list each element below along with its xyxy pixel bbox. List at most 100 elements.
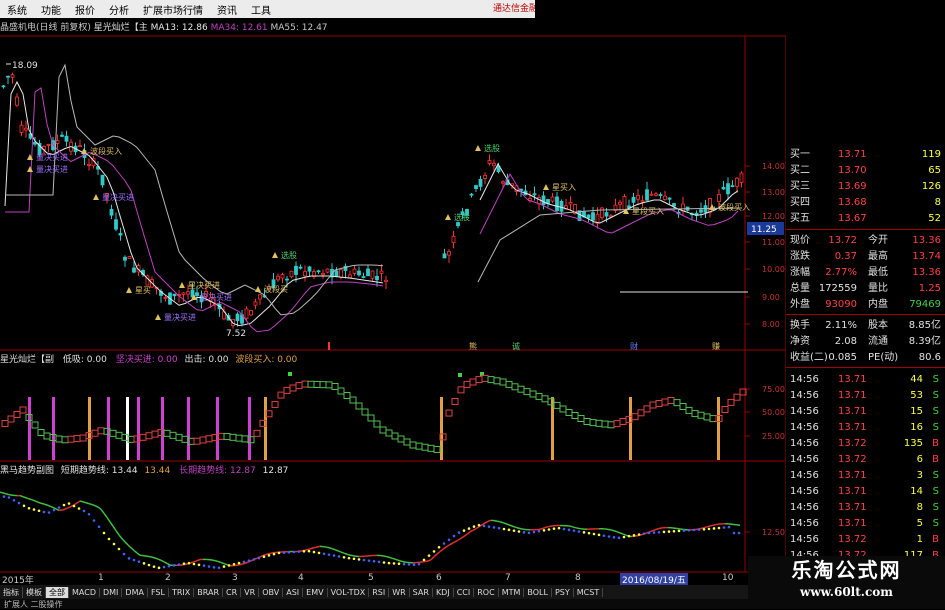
short-trend-segment (305, 549, 308, 550)
long-trend-dot (248, 559, 251, 562)
sub1-name[interactable]: 星光灿烂【副 (0, 355, 54, 365)
oscillator-marker (686, 407, 692, 413)
long-trend-dot (138, 560, 141, 563)
short-trend-segment (509, 525, 512, 526)
long-trend-dot (253, 558, 256, 561)
tab-brar[interactable]: BRAR (194, 588, 223, 597)
tab-cci[interactable]: CCI (454, 588, 475, 597)
tab-全部[interactable]: 全部 (46, 587, 69, 598)
sub2-name[interactable]: 黑马趋势副图 (0, 466, 54, 476)
short-trend-segment (572, 527, 575, 528)
short-trend-segment (35, 501, 38, 502)
tab-vol-tdx[interactable]: VOL-TDX (328, 588, 370, 597)
tab-kdj[interactable]: KDJ (433, 588, 454, 597)
candle-body (20, 125, 23, 132)
long-trend-dot (68, 502, 71, 505)
tab-dmi[interactable]: DMI (100, 588, 122, 597)
tab-roc[interactable]: ROC (474, 588, 498, 597)
kline-chart[interactable]: 14.0013.0012.0011.0010.009.008.0011.2518… (0, 0, 786, 585)
oscillator-marker (566, 410, 572, 416)
long-trend-dot (393, 562, 396, 565)
short-trend-segment (578, 528, 581, 529)
long-trend-dot (303, 550, 306, 553)
candle-body (655, 194, 658, 196)
candle-body (479, 179, 482, 186)
short-trend-segment (65, 508, 68, 509)
long-trend-dot (348, 557, 351, 560)
tab-dma[interactable]: DMA (122, 588, 148, 597)
long-trend-dot (633, 534, 636, 537)
tab-wr[interactable]: WR (389, 588, 409, 597)
long-trend-dot (23, 505, 26, 508)
long-trend-dot (93, 519, 96, 522)
candle-body (493, 163, 496, 166)
tab-指标[interactable]: 指标 (0, 587, 23, 598)
y-tick-label: 75.00 (762, 385, 785, 394)
signal-bar (52, 397, 55, 460)
long-trend-dot (263, 555, 266, 558)
tab-boll[interactable]: BOLL (524, 588, 552, 597)
event-tick (328, 342, 330, 350)
short-trend-segment (32, 500, 35, 501)
long-trend-dot (3, 495, 6, 498)
long-trend-dot (283, 551, 286, 554)
candle-body (61, 135, 64, 136)
watermark-cn: 乐淘公式网 (748, 556, 945, 584)
long-trend-dot (553, 527, 556, 530)
short-trend-segment (164, 562, 167, 564)
tab-rsi[interactable]: RSI (369, 588, 389, 597)
bid-volume: 52 (928, 210, 941, 228)
tab-sar[interactable]: SAR (410, 588, 433, 597)
tab-fsl[interactable]: FSL (148, 588, 169, 597)
short-trend-segment (428, 560, 431, 561)
tab-cr[interactable]: CR (223, 588, 241, 597)
long-trend-dot (123, 553, 126, 556)
long-trend-dot (533, 531, 536, 534)
short-trend-segment (74, 503, 77, 505)
long-trend-dot (578, 530, 581, 533)
long-trend-dot (168, 565, 171, 568)
candle-body (164, 297, 167, 298)
candle-body (740, 173, 743, 182)
oscillator-marker (194, 438, 200, 444)
tab-mtm[interactable]: MTM (499, 588, 525, 597)
long-trend-dot (658, 531, 661, 534)
long-trend-dot (523, 531, 526, 534)
signal-bar (187, 397, 190, 460)
tab-asi[interactable]: ASI (283, 588, 303, 597)
long-trend-dot (53, 509, 56, 512)
long-trend-dot (423, 559, 426, 562)
oscillator-marker (434, 446, 440, 452)
candle-body (542, 196, 545, 205)
candle-body (353, 269, 356, 273)
long-trend-dot (473, 525, 476, 528)
candle-body (11, 75, 14, 78)
oscillator-marker (554, 402, 560, 408)
long-trend-dot (48, 511, 51, 514)
tab-macd[interactable]: MACD (69, 588, 100, 597)
date-label: 6 (436, 573, 442, 583)
price-box-label: 11.25 (751, 225, 777, 235)
oscillator-marker (230, 434, 236, 440)
tab-vr[interactable]: VR (241, 588, 259, 597)
tab-obv[interactable]: OBV (259, 588, 283, 597)
short-trend-segment (518, 528, 521, 529)
tab-emv[interactable]: EMV (303, 588, 327, 597)
long-trend-dot (83, 510, 86, 513)
candle-body (304, 272, 307, 276)
tab-trix[interactable]: TRIX (169, 588, 194, 597)
oscillator-marker (620, 419, 626, 425)
long-trend-dot (33, 508, 36, 511)
candle-body (475, 186, 478, 189)
tab-模板[interactable]: 模板 (23, 587, 46, 598)
candle-body (443, 254, 446, 258)
tab-psy[interactable]: PSY (552, 588, 574, 597)
long-trend-dot (338, 555, 341, 558)
long-trend-dot (148, 564, 151, 567)
candle-body (299, 267, 302, 268)
long-trend-dot (38, 509, 41, 512)
short-trend-segment (95, 506, 98, 507)
candle-body (286, 279, 289, 280)
tab-mcst[interactable]: MCST (574, 588, 603, 597)
signal-annotation: 量决买进 (36, 164, 68, 174)
